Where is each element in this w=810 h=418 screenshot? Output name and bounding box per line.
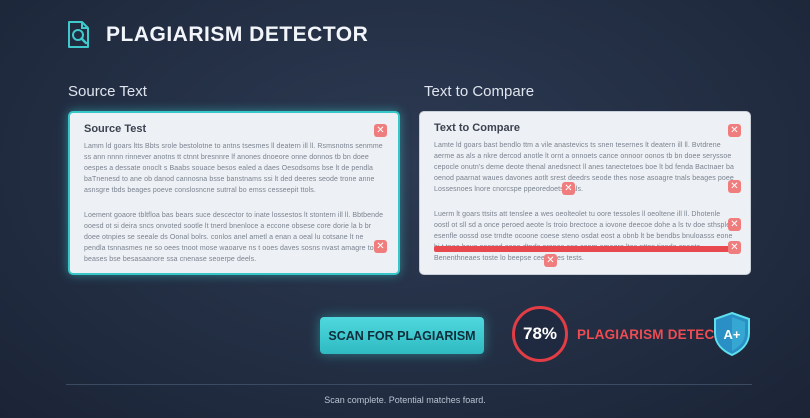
scan-for-plagiarism-button[interactable]: SCAN FOR PLAGIARISM xyxy=(320,317,484,354)
compare-panel-label: Text to Compare xyxy=(424,83,535,100)
document-search-icon xyxy=(68,21,89,48)
flag-x-icon[interactable]: ✕ xyxy=(728,124,741,137)
flag-x-icon[interactable]: ✕ xyxy=(544,254,557,267)
similarity-score-ring: 78% xyxy=(512,306,568,362)
app-title: PLAGIARISM DETECTOR xyxy=(106,23,369,46)
similarity-score-value: 78% xyxy=(522,324,558,343)
source-text-heading: Source Test xyxy=(84,123,147,135)
flag-x-icon[interactable]: ✕ xyxy=(728,180,741,193)
source-paragraph: Lamm ld goars ltts Bbts srole bestolotne… xyxy=(84,143,383,194)
compare-text-heading: Text to Compare xyxy=(434,122,520,134)
shield-badge-icon: A+ xyxy=(714,311,750,357)
source-text-area[interactable]: Source Test Lamm ld goars ltts Bbts srol… xyxy=(68,111,400,275)
footer-divider xyxy=(66,384,752,385)
source-paragraph: Loement goaore tbltfloa bas bears suce d… xyxy=(84,212,384,263)
compare-paragraph: Lamte ld goars bast bendlo ttm a vile an… xyxy=(434,142,734,193)
flag-x-icon[interactable]: ✕ xyxy=(374,124,387,137)
source-panel-label: Source Text xyxy=(68,83,147,100)
match-highlight-bar xyxy=(434,246,730,252)
flag-x-icon[interactable]: ✕ xyxy=(374,240,387,253)
compare-paragraph: Luerm lt goars ttsits att tenslee a wes … xyxy=(434,211,736,262)
flag-x-icon[interactable]: ✕ xyxy=(728,241,741,254)
flag-x-icon[interactable]: ✕ xyxy=(562,182,575,195)
grade-label: A+ xyxy=(724,327,741,342)
scan-status-message: Scan complete. Potential matches foard. xyxy=(324,395,486,405)
flag-x-icon[interactable]: ✕ xyxy=(728,218,741,231)
